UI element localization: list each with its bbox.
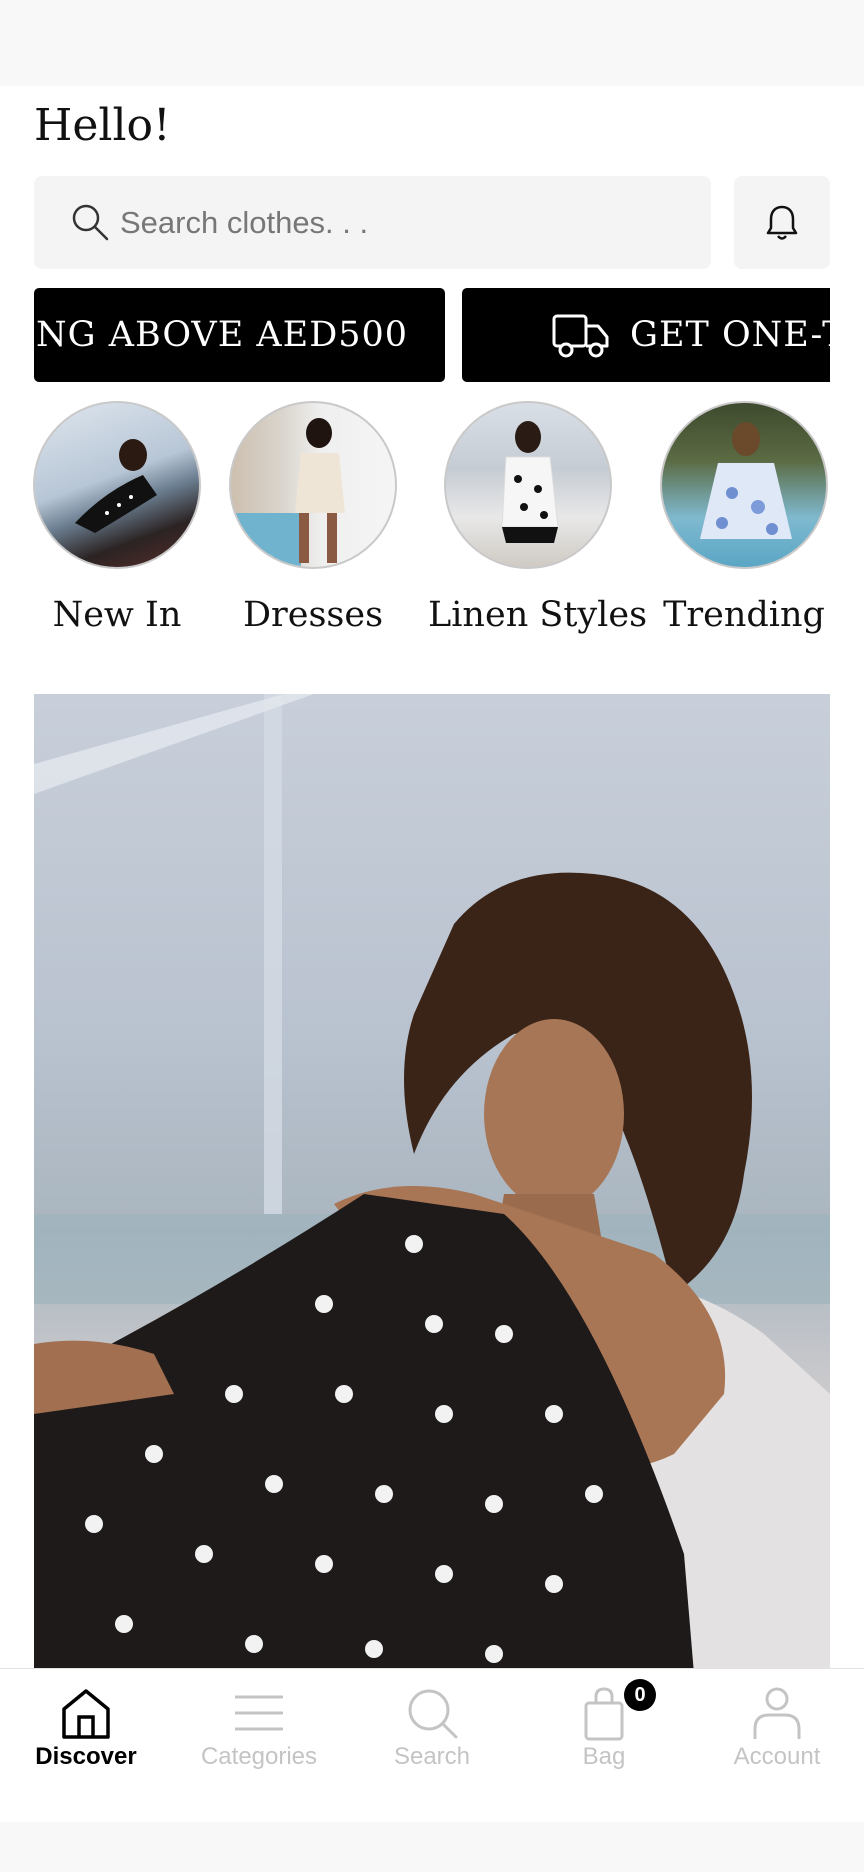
category-image	[229, 401, 397, 569]
nav-label: Categories	[200, 1743, 318, 1770]
category-image	[444, 401, 612, 569]
nav-label: Discover	[35, 1743, 137, 1770]
category-label: Trending	[663, 595, 825, 635]
discover-screen: Hello! Search clothes. . . NG ABOVE AED5…	[0, 86, 864, 1668]
category-new-in[interactable]: New In	[17, 401, 217, 635]
system-home-area	[0, 1822, 864, 1872]
person-icon	[753, 1687, 801, 1739]
nav-bag[interactable]: 0 Bag	[518, 1669, 690, 1823]
category-label: Dresses	[242, 595, 384, 635]
search-icon	[72, 204, 109, 241]
hero-image	[34, 694, 830, 1668]
status-bar	[0, 0, 864, 86]
category-image	[660, 401, 828, 569]
nav-discover[interactable]: Discover	[0, 1669, 172, 1823]
nav-search[interactable]: Search	[346, 1669, 518, 1823]
category-linen-styles[interactable]: Linen Styles	[428, 401, 648, 635]
category-dresses[interactable]: Dresses	[213, 401, 413, 635]
promo-banner-free-shipping[interactable]: NG ABOVE AED500	[34, 288, 445, 382]
category-trending[interactable]: Trending	[644, 401, 844, 635]
hero-banner[interactable]	[34, 694, 830, 1668]
notifications-button[interactable]	[734, 176, 830, 269]
menu-lines-icon	[235, 1695, 283, 1731]
bag-count-badge: 0	[624, 1679, 656, 1711]
home-icon	[62, 1689, 110, 1739]
nav-categories[interactable]: Categories	[173, 1669, 345, 1823]
nav-label: Bag	[582, 1743, 626, 1770]
search-icon	[408, 1689, 458, 1739]
category-image	[33, 401, 201, 569]
search-placeholder: Search clothes. . .	[120, 205, 369, 240]
promo-text: GET ONE-T	[630, 315, 830, 355]
nav-label: Account	[733, 1743, 821, 1770]
category-label: Linen Styles	[428, 595, 648, 635]
promo-text: NG ABOVE AED500	[36, 315, 409, 355]
bell-icon	[766, 205, 798, 240]
category-label: New In	[52, 595, 182, 635]
search-input[interactable]: Search clothes. . .	[34, 176, 711, 269]
nav-account[interactable]: Account	[691, 1669, 863, 1823]
promo-banner-offer[interactable]: GET ONE-T	[462, 288, 830, 382]
greeting-title: Hello!	[34, 100, 171, 151]
nav-label: Search	[393, 1743, 471, 1770]
truck-icon	[552, 314, 609, 358]
bottom-navigation: Discover Categories Search 0 Bag Account	[0, 1668, 864, 1822]
